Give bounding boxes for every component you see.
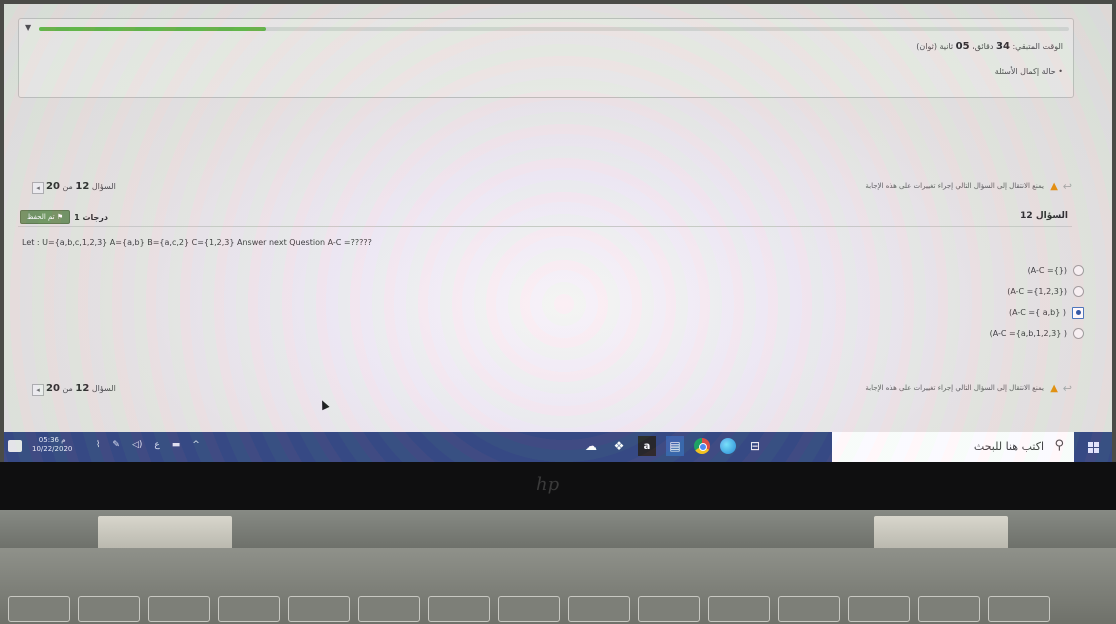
edge-icon[interactable] <box>720 438 736 454</box>
start-button[interactable] <box>1074 432 1112 462</box>
laptop-screen: ▼ الوقت المتبقي: 34 دقائق، 05 ثانية (ثوا… <box>4 4 1112 462</box>
question-info: تم الحفظ ⚑ 1 درجات <box>20 209 108 225</box>
radio-button-selected[interactable] <box>1072 306 1084 319</box>
store-icon[interactable]: ▤ <box>666 436 684 456</box>
clock[interactable]: 05:36 م 10/22/2020 <box>32 436 72 454</box>
page-stepper[interactable]: ◂ <box>32 384 44 396</box>
time-progress-fill <box>39 27 266 31</box>
question-number: السؤال 12 <box>1020 211 1068 221</box>
question-grade: 1 درجات <box>74 212 109 222</box>
page-counter: السؤال 12 من 20 <box>46 383 116 394</box>
pinned-apps: ☁ ❖ a ▤ ⊟ <box>582 436 764 456</box>
next-arrow-icon[interactable]: ↩ <box>1063 180 1072 193</box>
choice-4[interactable]: (A-C ={a,b,1,2,3} ) <box>884 323 1084 344</box>
notification-icon[interactable] <box>8 440 22 452</box>
quiz-navigation-panel: ▼ الوقت المتبقي: 34 دقائق، 05 ثانية (ثوا… <box>18 18 1074 98</box>
file-explorer-icon[interactable]: ⊟ <box>746 436 764 456</box>
system-tray: ⌇ ✎ ◁) ع ▬ ^ <box>96 440 200 450</box>
warning-icon: ▲ <box>1050 383 1058 394</box>
battery-icon[interactable]: ▬ <box>172 440 181 450</box>
choice-3[interactable]: (A-C ={ a,b} ) <box>884 302 1084 323</box>
flag-button[interactable]: تم الحفظ ⚑ <box>20 210 71 224</box>
volume-icon[interactable]: ◁) <box>132 440 142 450</box>
question-nav-bottom: ↩ ▲ يمنع الانتقال إلى السؤال التالي إجرا… <box>18 382 1072 398</box>
radio-button[interactable] <box>1073 265 1084 276</box>
nav-warning-text: يمنع الانتقال إلى السؤال التالي إجراء تغ… <box>865 182 1044 190</box>
choice-2[interactable]: (A-C ={1,2,3}) <box>884 281 1084 302</box>
question-nav-top: ↩ ▲ يمنع الانتقال إلى السؤال التالي إجرا… <box>18 180 1072 196</box>
keyboard-row <box>0 596 1116 624</box>
chevron-up-icon[interactable]: ^ <box>192 440 200 450</box>
nav-warning-text: يمنع الانتقال إلى السؤال التالي إجراء تغ… <box>865 384 1044 392</box>
language-icon[interactable]: ع <box>154 440 159 450</box>
pen-icon[interactable]: ✎ <box>112 440 120 450</box>
chrome-icon[interactable] <box>694 438 710 454</box>
amazon-icon[interactable]: a <box>638 436 656 456</box>
completion-status-link[interactable]: • حالة إكمال الأسئلة <box>995 67 1063 76</box>
question-text: Let : U={a,b,c,1,2,3} A={a,b} B={a,c,2} … <box>22 238 372 247</box>
collapse-toggle-icon[interactable]: ▼ <box>25 23 31 32</box>
mouse-cursor-icon <box>318 398 330 411</box>
question-header: السؤال 12 تم الحفظ ⚑ 1 درجات <box>18 210 1072 227</box>
search-input[interactable]: ⚲ اكتب هنا للبحث <box>832 432 1074 462</box>
network-icon[interactable]: ⌇ <box>96 440 100 450</box>
taskbar: 05:36 م 10/22/2020 ⌇ ✎ ◁) ع ▬ ^ ☁ ❖ a ▤ … <box>4 432 1112 462</box>
hp-logo: hp <box>536 474 560 495</box>
page-stepper[interactable]: ◂ <box>32 182 44 194</box>
warning-icon: ▲ <box>1050 181 1058 192</box>
time-progress-bar <box>39 27 1069 31</box>
quiz-page: ▼ الوقت المتبقي: 34 دقائق، 05 ثانية (ثوا… <box>4 4 1112 432</box>
answer-choices: (A-C ={}) (A-C ={1,2,3}) (A-C ={ a,b} ) … <box>884 260 1084 344</box>
page-counter: السؤال 12 من 20 <box>46 181 116 192</box>
task-view-icon[interactable]: ☁ <box>582 436 600 456</box>
time-remaining: الوقت المتبقي: 34 دقائق، 05 ثانية (ثوان) <box>916 41 1063 52</box>
radio-button[interactable] <box>1073 286 1084 297</box>
dropbox-icon[interactable]: ❖ <box>610 436 628 456</box>
search-icon: ⚲ <box>1054 438 1064 453</box>
windows-icon <box>1087 441 1099 453</box>
radio-button[interactable] <box>1073 328 1084 339</box>
choice-1[interactable]: (A-C ={}) <box>884 260 1084 281</box>
next-arrow-icon[interactable]: ↩ <box>1063 382 1072 395</box>
